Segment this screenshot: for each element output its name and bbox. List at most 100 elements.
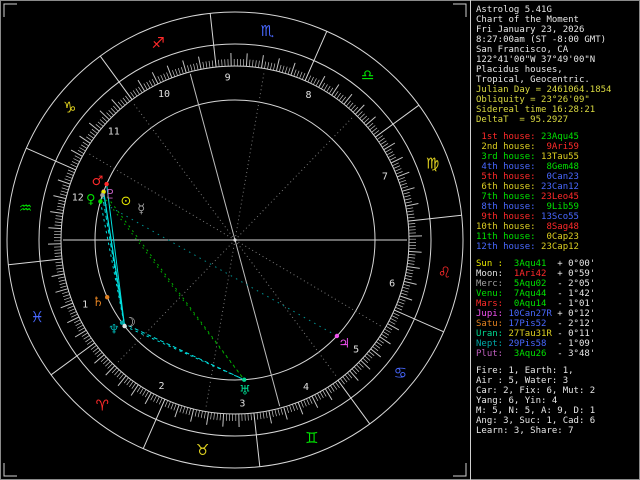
planet-glyph-jupiter-icon: ♃: [338, 337, 350, 352]
tally-mnad: M: 5, N: 5, A: 9, D: 1: [476, 406, 596, 416]
house-label: 2nd house:: [476, 142, 536, 152]
house-cusp-line-6: [234, 239, 384, 328]
planet-glyph-saturn-icon: ♄: [92, 295, 104, 310]
planet-row: Moon: 1Ari42 + 0°59': [476, 269, 640, 279]
tally-elements-2: Air : 5, Water: 3: [476, 376, 569, 386]
zodiac-system: Tropical, Geocentric.: [476, 75, 590, 85]
aspect-line-neptune-uranus: [121, 322, 245, 381]
planet-row: Jupi: 10Can27R + 0°12': [476, 309, 640, 319]
planet-latitude: - 1°42': [557, 289, 596, 299]
chart-date: Fri January 23, 2026: [476, 25, 585, 35]
planet-dot-saturn: [105, 295, 110, 300]
house-label: 12th house:: [476, 242, 536, 252]
planet-latitude: + 0°59': [557, 269, 596, 279]
planet-name: Nept:: [476, 339, 509, 349]
house-cusp-line-8: [234, 115, 355, 241]
planet-row: Venu: 7Aqu44 - 1°42': [476, 289, 640, 299]
house-cusp-row: 2nd house: 9Ari59: [476, 142, 640, 152]
planet-row: Satu: 17Pis52 - 2°12': [476, 319, 640, 329]
house-label: 3rd house:: [476, 152, 536, 162]
delta-t: DeltaT = 95.2927: [476, 115, 569, 125]
house-cusp-line-5: [234, 239, 339, 379]
planet-glyph-moon-icon: ☽: [124, 315, 136, 330]
corner-mark: [3, 3, 17, 17]
house-number-4: 4: [303, 382, 309, 393]
wheel-center: [233, 238, 237, 242]
aspect-line-mercury-moon: [101, 195, 126, 327]
corner-mark: [3, 463, 17, 477]
house-number-8: 8: [305, 90, 311, 101]
house-number-10: 10: [158, 89, 170, 100]
planet-latitude: - 0°11': [557, 329, 596, 339]
planet-position: 1Ari42: [508, 269, 558, 279]
planet-row: Plut: 3Aqu26 - 3°48': [476, 349, 640, 359]
house-cusp-row: 7th house: 23Leo45: [476, 192, 640, 202]
house-label: 5th house:: [476, 172, 536, 182]
planet-row: Merc: 5Aqu02 - 2°05': [476, 279, 640, 289]
planet-name: Sun :: [476, 259, 509, 269]
house-label: 6th house:: [476, 182, 536, 192]
house-cusp-row: 9th house: 13Sco55: [476, 212, 640, 222]
house-cusp-position: 23Can12: [535, 182, 579, 192]
house-system: Placidus houses,: [476, 65, 563, 75]
house-cusp-line-10: [189, 73, 236, 241]
house-cusp-position: 8Gem48: [535, 162, 579, 172]
planet-position: 5Aqu02: [508, 279, 558, 289]
obliquity: Obliquity = 23°26'09": [476, 95, 590, 105]
house-cusp-row: 10th house: 8Sag48: [476, 222, 640, 232]
sidebar: Astrolog 5.41G Chart of the Moment Fri J…: [470, 0, 640, 480]
corner-mark: [453, 463, 467, 477]
corner-mark: [453, 3, 467, 17]
house-label: 11th house:: [476, 232, 536, 242]
planet-position: 27Tau31R: [508, 329, 558, 339]
house-cusp-row: 12th house: 23Cap12: [476, 242, 640, 252]
house-cusp-position: 23Leo45: [535, 192, 579, 202]
house-cusp-position: 0Can23: [535, 172, 579, 182]
planet-latitude: - 2°05': [557, 279, 596, 289]
planet-name: Uran:: [476, 329, 509, 339]
house-cusp-line-3: [205, 239, 236, 410]
planet-position: 3Aqu41: [508, 259, 558, 269]
planet-name: Moon:: [476, 269, 509, 279]
planet-glyph-sun-icon: ⊙: [121, 194, 132, 209]
house-cusp-position: 13Tau55: [535, 152, 579, 162]
chart-coords: 122°41'00"W 37°49'00"N: [476, 55, 596, 65]
planet-name: Merc:: [476, 279, 509, 289]
house-cusp-line-4: [234, 239, 281, 407]
chart-time: 8:27:00am (ST -8:00 GMT): [476, 35, 607, 45]
house-cusp-line-11: [131, 101, 236, 241]
house-label: 8th house:: [476, 202, 536, 212]
planet-dot-mercury: [100, 192, 105, 198]
house-label: 1st house:: [476, 132, 536, 142]
planet-position: 17Pis52: [508, 319, 558, 329]
house-cusp-row: 5th house: 0Can23: [476, 172, 640, 182]
tally-modes: Car: 2, Fix: 6, Mut: 2: [476, 386, 596, 396]
planet-dot-venus: [98, 199, 103, 204]
house-label: 4th house:: [476, 162, 536, 172]
planet-position: 3Aqu26: [508, 349, 558, 359]
zodiac-sign-scorpio-icon: ♏: [261, 22, 275, 40]
planet-latitude: - 3°48': [557, 349, 596, 359]
tally-yang-yin: Yang: 6, Yin: 4: [476, 396, 558, 406]
planet-name: Jupi:: [476, 309, 509, 319]
planet-name: Satu:: [476, 319, 509, 329]
chart-type: Chart of the Moment: [476, 15, 579, 25]
planet-glyph-neptune-icon: ♆: [108, 322, 120, 337]
house-cusp-position: 9Ari59: [535, 142, 579, 152]
tally-elements-1: Fire: 1, Earth: 1,: [476, 366, 574, 376]
house-label: 10th house:: [476, 222, 536, 232]
astrolog-window: ♈ ♉ ♊ ♋ ♌ ♍ ♎ ♏ ♐ ♑ ♒ ♓ 1 2 3 4 5 6 7 8 9 10 11 12 ♂ ♇ ⊙ ☿ ♀ ♄ ♆ ☽ ♅ ♃ As…: [0, 0, 640, 480]
planet-glyph-venus-icon: ♀: [86, 192, 96, 207]
house-cusp-row: 1st house: 23Aqu45: [476, 132, 640, 142]
aspect-line-sun-uranus: [103, 191, 245, 380]
planet-row: Sun : 3Aqu41 + 0°00': [476, 259, 640, 269]
house-cusp-row: 11th house: 0Cap23: [476, 232, 640, 242]
house-number-9: 9: [225, 73, 231, 84]
planet-name: Mars:: [476, 299, 509, 309]
house-cusp-position: 0Cap23: [535, 232, 579, 242]
chart-info-header: Astrolog 5.41G Chart of the Moment Fri J…: [476, 5, 640, 125]
house-cusp-position: 13Sco55: [535, 212, 579, 222]
